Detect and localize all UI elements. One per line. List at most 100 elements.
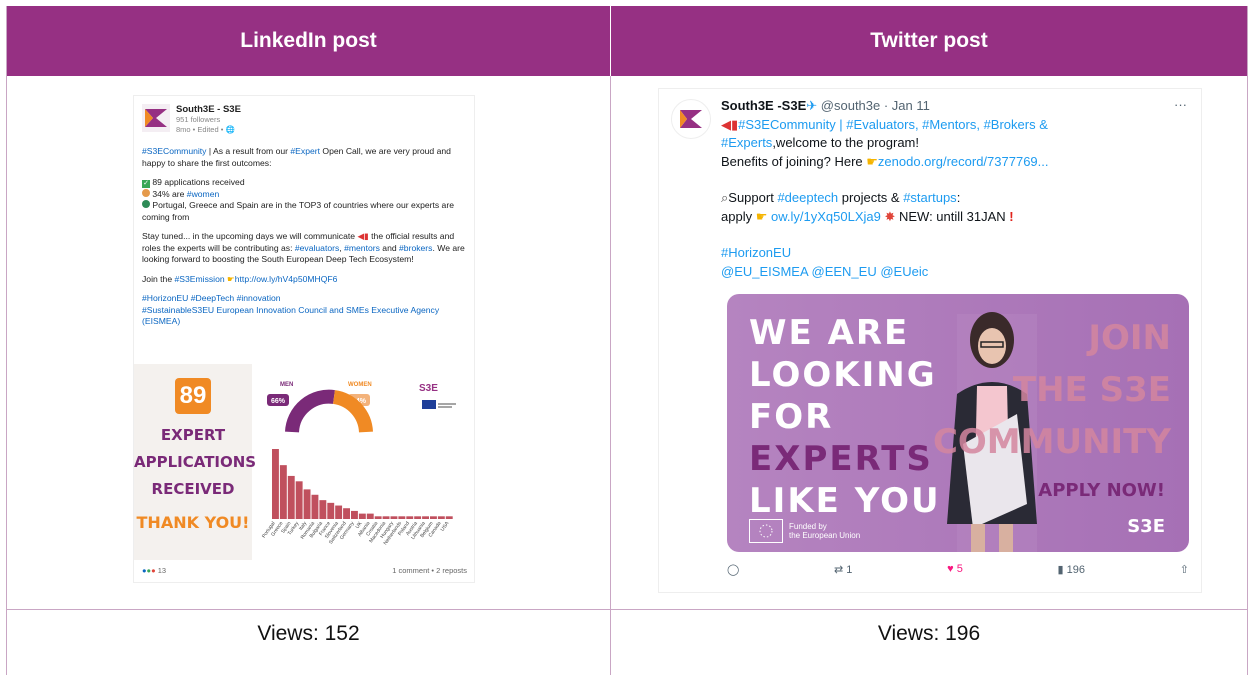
retweet-button[interactable]: ⇄ 1 [834, 563, 852, 576]
pointing-hand-icon: ☛ [866, 153, 878, 169]
country-bar [343, 508, 350, 519]
country-bar [390, 516, 398, 519]
country-bar [406, 516, 414, 519]
country-bar [335, 505, 343, 519]
hashtag-link[interactable]: #S3Emission [175, 274, 225, 284]
woman-emoji-icon [142, 188, 150, 197]
megaphone-icon: ◀▮ [721, 116, 739, 132]
tweet-body: South3E -S3E✈ @south3e · Jan 11 ◀▮#S3ECo… [721, 98, 1049, 279]
love-icon: ● [151, 566, 156, 575]
country-bar [319, 500, 327, 519]
country-bar [382, 516, 390, 519]
share-button[interactable]: ⇧ [1180, 563, 1189, 576]
linkedin-post-image[interactable]: 89 EXPERT APPLICATIONS RECEIVED THANK YO… [134, 364, 474, 560]
tweet-actions: ◯ ⇄ 1 ♥ 5 ▮ 196 ⇧ [727, 563, 1189, 576]
linkedin-post: South3E - S3E 951 followers 8mo • Edited… [133, 95, 475, 583]
country-bar [366, 513, 374, 519]
bar-chart-icon: ▮ [1057, 564, 1064, 576]
hashtag-link[interactable]: #HorizonEU [721, 245, 791, 260]
country-bar [374, 516, 382, 519]
linkedin-followers: 951 followers [176, 115, 221, 124]
hashtag-link[interactable]: #brokers [399, 243, 432, 253]
linkedin-post-body: #S3ECommunity | As a result from our #Ex… [142, 146, 465, 327]
country-bar [327, 502, 335, 519]
hashtag-link[interactable]: #HorizonEU #DeepTech #innovation [142, 293, 281, 303]
check-icon: ✓ [142, 180, 150, 188]
country-bar [303, 489, 311, 519]
tweet-image[interactable]: WE ARE LOOKING FOR EXPERTS LIKE YOU JOIN… [727, 294, 1189, 552]
country-bar [445, 516, 453, 519]
globe-emoji-icon [142, 200, 150, 208]
women-label: WOMEN [348, 382, 372, 388]
share-icon: ⇧ [1179, 564, 1189, 576]
hashtag-link[interactable]: #S3ECommunity [142, 146, 206, 156]
eu-flag-icon [749, 519, 783, 543]
linkedin-post-footer: ●●● 13 1 comment • 2 reposts [142, 566, 467, 575]
megaphone-icon: ◀▮ [357, 231, 369, 241]
country-bar [272, 449, 279, 519]
zenodo-link[interactable]: zenodo.org/record/7377769... [878, 154, 1049, 169]
s3e-logo-icon[interactable] [142, 104, 170, 132]
country-bar [279, 465, 287, 519]
linkedin-author-name[interactable]: South3E - S3E [176, 104, 241, 115]
hashtag-link[interactable]: #Expert [290, 146, 320, 156]
s3e-image-logo: S3E [1127, 516, 1165, 537]
gender-country-chart: MEN WOMEN 66% 34% S3E PortugalGreeceSpai… [261, 382, 456, 546]
rocket-icon: ✈ [806, 98, 818, 113]
comments-reposts[interactable]: 1 comment • 2 reposts [392, 566, 467, 575]
linkedin-post-header: South3E - S3E 951 followers 8mo • Edited… [142, 104, 241, 135]
s3e-mini-logo: S3E [419, 383, 438, 394]
tweet-hashtags[interactable]: #S3ECommunity | #Evaluators, #Mentors, #… [738, 117, 1048, 132]
linkedin-views: Views: 152 [257, 622, 360, 645]
external-link[interactable]: http://ow.ly/hV4p50MHQF6 [235, 274, 338, 284]
men-arc [285, 389, 335, 433]
country-bar [437, 516, 445, 519]
twitter-header: Twitter post [611, 6, 1247, 76]
country-bar [414, 516, 422, 519]
twitter-views: Views: 196 [877, 622, 981, 645]
collision-icon: ✸ [884, 208, 896, 224]
hashtag-link[interactable]: #Experts [721, 135, 772, 150]
twitter-post: ··· South3E -S3E✈ @south3e · Jan 11 ◀▮#S… [658, 88, 1202, 593]
country-bars [272, 449, 453, 519]
country-label: USA [440, 520, 451, 532]
views-button[interactable]: ▮ 196 [1058, 563, 1085, 576]
apply-link[interactable]: ow.ly/1yXq50LXja9 [771, 209, 881, 224]
linkedin-post-meta: 8mo • Edited • 🌐 [176, 125, 235, 134]
hashtag-link[interactable]: #deeptech [777, 190, 838, 205]
country-bar [295, 481, 303, 519]
linkedin-header: LinkedIn post [7, 6, 610, 76]
hashtag-link[interactable]: #startups [903, 190, 956, 205]
s3e-avatar-icon[interactable] [671, 99, 711, 139]
country-bar [430, 516, 437, 519]
pointing-hand-icon: ☛ [227, 273, 235, 284]
tweet-author-name[interactable]: South3E -S3E [721, 98, 806, 113]
hashtag-link[interactable]: #evaluators [295, 243, 339, 253]
hashtag-link[interactable]: #mentors [344, 243, 380, 253]
country-bar [398, 516, 406, 519]
hashtag-link[interactable]: #women [187, 189, 219, 199]
retweet-icon: ⇄ [834, 564, 844, 576]
country-bar [351, 510, 358, 519]
row-divider [7, 609, 1247, 610]
reply-button[interactable]: ◯ [727, 563, 739, 576]
apply-now-text: APPLY NOW! [1038, 480, 1165, 501]
reactions[interactable]: ●●● 13 [142, 566, 166, 575]
join-text: JOIN THE S3E COMMUNITY [932, 318, 1171, 462]
country-bar [358, 513, 366, 519]
country-bar [422, 516, 429, 519]
reply-icon: ◯ [727, 564, 740, 576]
hashtag-link[interactable]: #SustainableS3EU European Innovation Cou… [142, 305, 439, 327]
globe-icon: 🌐 [225, 125, 235, 134]
country-labels: PortugalGreeceSpainTurkeyItalyRomaniaBul… [261, 520, 451, 546]
like-button[interactable]: ♥ 5 [947, 563, 963, 576]
eu-mini-flag [422, 400, 436, 409]
column-divider [610, 76, 611, 675]
country-bar [311, 494, 319, 519]
men-pct: 66% [271, 398, 286, 405]
men-label: MEN [280, 382, 293, 388]
heart-icon: ♥ [947, 563, 954, 575]
mentions-links[interactable]: @EU_EISMEA @EEN_EU @EUeic [721, 264, 928, 279]
eu-funding-badge: Funded by the European Union [749, 519, 860, 543]
tweet-handle-date[interactable]: @south3e · Jan 11 [821, 98, 930, 113]
